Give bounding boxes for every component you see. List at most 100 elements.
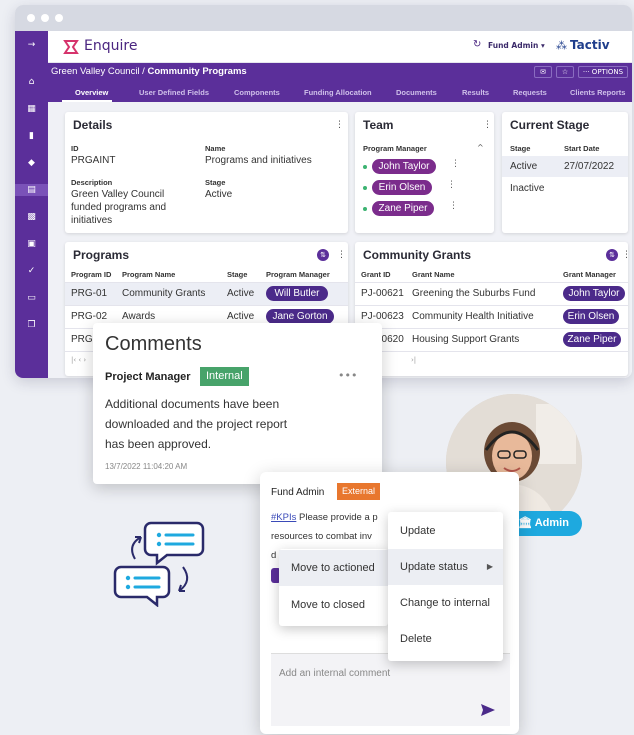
member-menu-icon[interactable]: ⋮ <box>451 159 460 169</box>
email-icon[interactable]: ✉ <box>534 66 552 78</box>
comment-author: Project Manager <box>105 371 191 383</box>
tab-user-defined-fields[interactable]: User Defined Fields <box>139 88 209 97</box>
window-dot-close[interactable] <box>27 14 35 22</box>
expand-arrow-icon[interactable]: → <box>15 39 48 51</box>
member-menu-icon[interactable]: ⋮ <box>447 180 456 190</box>
comment-text-line: resources to combat inv <box>271 531 372 542</box>
table-header[interactable]: Grant Name <box>412 270 455 279</box>
table-header[interactable]: Stage <box>227 270 247 279</box>
program-manager-pill[interactable]: Jane Gorton <box>266 309 334 324</box>
sidebar: → ⌂ ▦ ▮ ◆ ▤ ▩ ▣ ✓ ▭ ❐ <box>15 31 48 378</box>
move-to-closed-item[interactable]: Move to closed <box>279 587 388 623</box>
history-icon[interactable]: ↻ <box>473 39 481 50</box>
grant-manager-pill[interactable]: Zane Piper <box>563 332 621 347</box>
kpis-hashtag-link[interactable]: #KPIs <box>271 512 296 523</box>
send-icon[interactable] <box>481 704 495 716</box>
document-icon[interactable]: ▣ <box>15 238 48 250</box>
grid-icon[interactable]: ▩ <box>15 211 48 223</box>
bookmark-icon[interactable]: ▮ <box>15 130 48 142</box>
top-bar: Enquire ↻ Fund Admin ▾ ⁂ Tactiv <box>48 31 632 63</box>
grant-manager-pill[interactable]: John Taylor <box>563 286 625 301</box>
grants-menu-icon[interactable]: ⋮ <box>622 250 628 260</box>
tab-requests[interactable]: Requests <box>513 88 547 97</box>
window-dot-minimize[interactable] <box>41 14 49 22</box>
comment-text-line: Please provide a p <box>296 512 378 523</box>
details-title: Details <box>73 118 113 132</box>
chat-bubbles-icon <box>113 521 205 607</box>
layers-icon[interactable]: ◆ <box>15 157 48 169</box>
tab-results[interactable]: Results <box>462 88 489 97</box>
program-name-cell[interactable]: Awards <box>122 311 155 322</box>
name-value: Programs and initiatives <box>205 155 312 166</box>
user-menu[interactable]: Fund Admin ▾ <box>488 41 545 50</box>
internal-comment-input[interactable]: Add an internal comment <box>271 653 510 726</box>
table-header[interactable]: Program ID <box>71 270 111 279</box>
member-menu-icon[interactable]: ⋮ <box>449 201 458 211</box>
table-header[interactable]: Grant Manager <box>563 270 616 279</box>
wallet-icon[interactable]: ▭ <box>15 292 48 304</box>
comment-author: Fund Admin <box>271 487 325 498</box>
comment-timestamp: 13/7/2022 11:04:20 AM <box>105 462 188 471</box>
user-name: Fund Admin <box>488 41 539 50</box>
comment-placeholder: Add an internal comment <box>279 668 391 679</box>
change-to-internal-item[interactable]: Change to internal <box>388 585 503 621</box>
window-dot-maximize[interactable] <box>55 14 63 22</box>
status-dot <box>363 207 367 211</box>
start-date-header: Start Date <box>564 144 600 153</box>
grant-manager-pill[interactable]: Erin Olsen <box>563 309 619 324</box>
pager-controls[interactable]: |‹ ‹ › <box>71 356 86 364</box>
team-member-pill[interactable]: John Taylor <box>372 159 436 174</box>
caret-right-icon: ▶ <box>486 562 493 571</box>
programs-icon[interactable]: ▤ <box>15 184 48 196</box>
move-to-actioned-item[interactable]: Move to actioned <box>279 550 388 586</box>
grant-name-cell[interactable]: Housing Support Grants <box>412 334 519 345</box>
breadcrumb: Green Valley Council / Community Program… <box>51 66 247 77</box>
id-label: ID <box>71 144 79 153</box>
status-dot <box>363 186 367 190</box>
comments-title: Comments <box>105 333 202 355</box>
internal-tag: Internal <box>200 367 249 386</box>
program-name-cell[interactable]: Community Grants <box>122 288 205 299</box>
program-manager-pill[interactable]: Will Butler <box>266 286 328 301</box>
update-item[interactable]: Update <box>388 513 503 549</box>
programs-badge-icon[interactable]: ⇅ <box>317 249 329 261</box>
team-title: Team <box>363 118 394 132</box>
pager-controls[interactable]: ›| <box>411 356 416 364</box>
team-member-pill[interactable]: Zane Piper <box>372 201 434 216</box>
tab-components[interactable]: Components <box>234 88 280 97</box>
window-titlebar <box>15 5 632 31</box>
programs-menu-icon[interactable]: ⋮ <box>337 250 346 260</box>
row-divider <box>355 282 628 283</box>
name-label: Name <box>205 144 226 153</box>
home-icon[interactable]: ⌂ <box>15 76 48 88</box>
chevron-up-icon[interactable]: ^ <box>477 143 484 152</box>
update-status-label: Update status <box>400 561 468 573</box>
start-date-cell: 27/07/2022 <box>564 161 615 172</box>
signature-icon[interactable]: ✓ <box>15 265 48 277</box>
team-member-pill[interactable]: Erin Olsen <box>372 180 432 195</box>
details-menu-icon[interactable]: ⋮ <box>335 120 344 130</box>
tab-documents[interactable]: Documents <box>396 88 437 97</box>
description-label: Description <box>71 178 113 187</box>
tab-funding-allocation[interactable]: Funding Allocation <box>304 88 372 97</box>
tab-clients-reports[interactable]: Clients Reports <box>570 88 625 97</box>
program-stage-cell: Active <box>227 288 255 299</box>
table-header[interactable]: Grant ID <box>361 270 391 279</box>
options-button[interactable]: ··· OPTIONS <box>578 66 628 78</box>
stage-header: Stage <box>510 144 531 153</box>
comment-context-menu: Update Update status ▶ Change to interna… <box>388 512 503 661</box>
grant-name-cell[interactable]: Greening the Suburbs Fund <box>412 288 535 299</box>
tab-overview[interactable]: Overview <box>75 88 108 97</box>
more-options-icon[interactable]: ••• <box>338 369 357 382</box>
grant-name-cell[interactable]: Community Health Initiative <box>412 311 534 322</box>
delete-item[interactable]: Delete <box>388 621 503 657</box>
copy-icon[interactable]: ❐ <box>15 319 48 331</box>
grants-badge-icon[interactable]: ⇅ <box>606 249 618 261</box>
team-menu-icon[interactable]: ⋮ <box>483 120 492 130</box>
table-header[interactable]: Program Manager <box>266 270 330 279</box>
update-status-item[interactable]: Update status ▶ <box>388 549 503 585</box>
table-header[interactable]: Program Name <box>122 270 175 279</box>
dashboard-icon[interactable]: ▦ <box>15 103 48 115</box>
star-icon[interactable]: ☆ <box>556 66 574 78</box>
breadcrumb-org[interactable]: Green Valley Council / <box>51 66 147 77</box>
